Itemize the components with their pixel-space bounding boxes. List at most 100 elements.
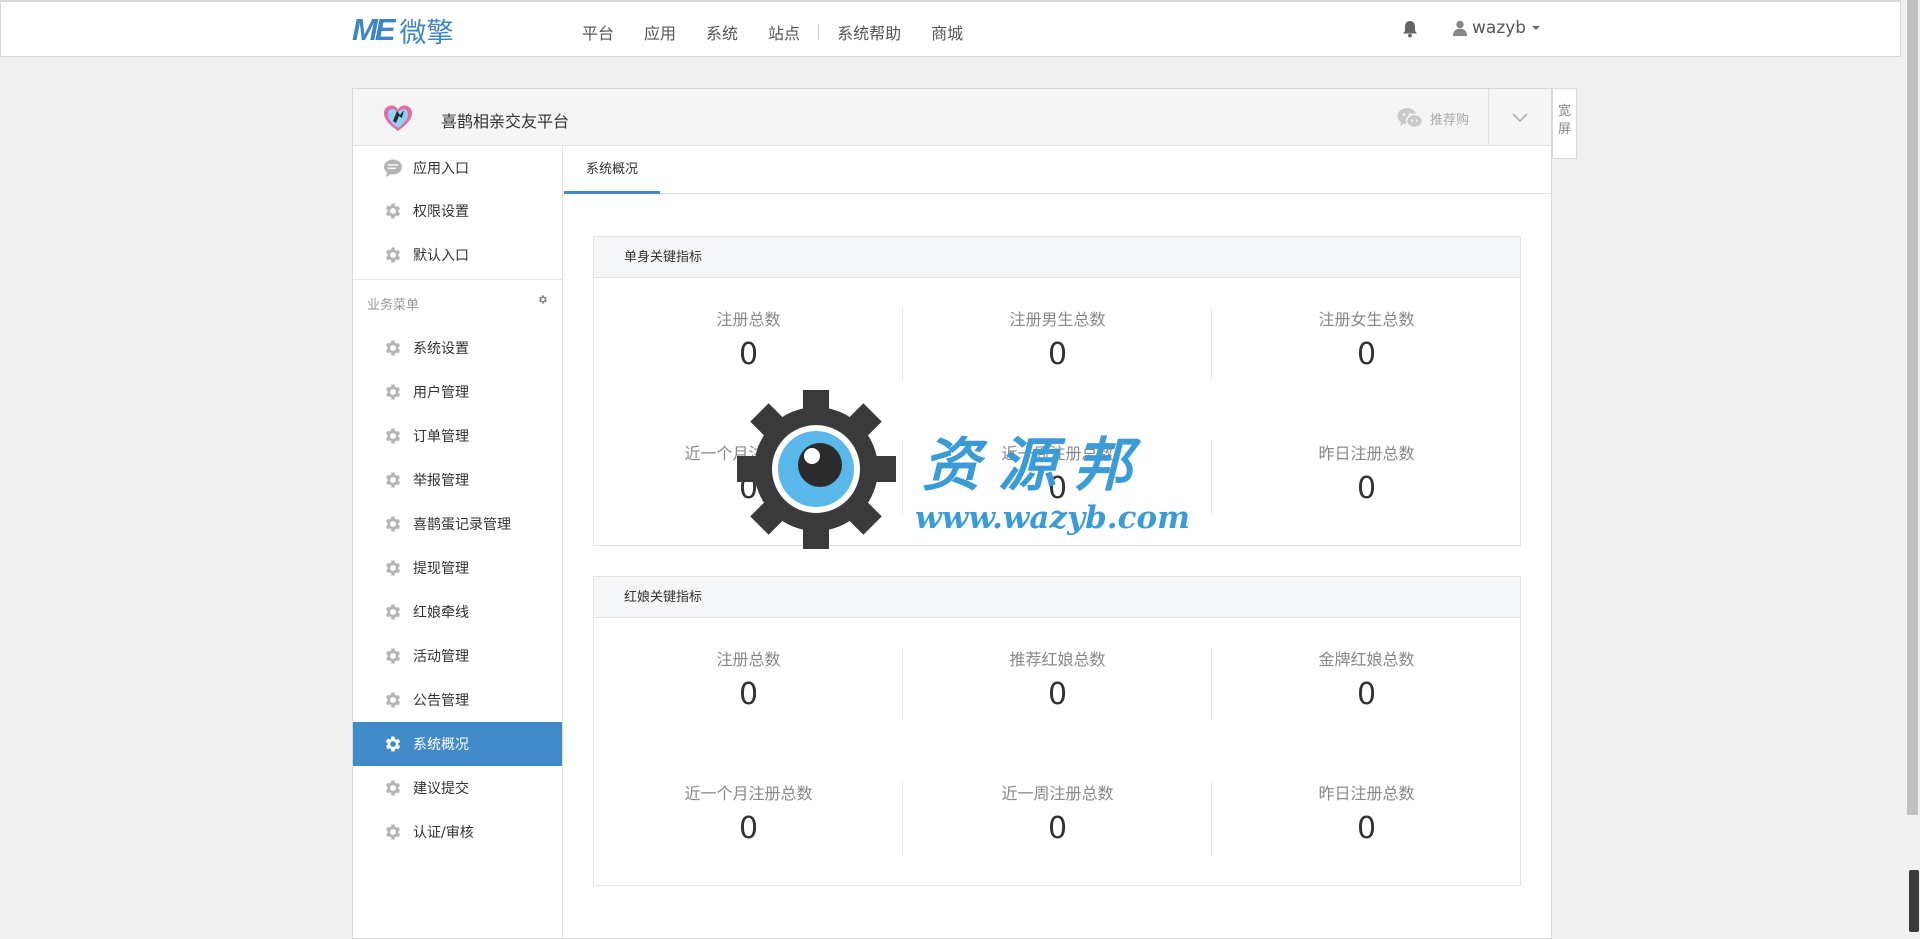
stat-label: 金牌红娘总数 bbox=[1318, 650, 1415, 669]
sidebar-item-egg-records[interactable]: 喜鹊蛋记录管理 bbox=[353, 502, 562, 546]
nav-apps[interactable]: 应用 bbox=[644, 20, 676, 44]
user-icon bbox=[1453, 20, 1467, 36]
sidebar-item-label: 红娘牵线 bbox=[413, 605, 469, 621]
stat-label: 近一个月注册总数 bbox=[684, 784, 813, 803]
sidebar-item-label: 用户管理 bbox=[413, 385, 469, 401]
recommend-link[interactable]: 推荐购 bbox=[1397, 107, 1469, 129]
nav-help[interactable]: 系统帮助 bbox=[837, 20, 901, 44]
username: wazyb bbox=[1472, 18, 1527, 38]
nav-site[interactable]: 站点 bbox=[768, 20, 800, 44]
stat-divider bbox=[1211, 307, 1212, 381]
sidebar-item-verification[interactable]: 认证/审核 bbox=[353, 810, 562, 854]
wide-screen-button[interactable]: 宽屏 bbox=[1552, 88, 1577, 159]
sidebar-item-order-management[interactable]: 订单管理 bbox=[353, 414, 562, 458]
sidebar-item-label: 认证/审核 bbox=[413, 825, 474, 841]
card-title: 红娘关键指标 bbox=[594, 577, 1520, 618]
stat-recommended-matchmakers: 推荐红娘总数 0 bbox=[903, 646, 1212, 712]
sidebar-item-label: 系统概况 bbox=[413, 737, 469, 753]
nav-store[interactable]: 商城 bbox=[931, 20, 963, 44]
corner-widget bbox=[1909, 870, 1919, 932]
sidebar-item-label: 建议提交 bbox=[413, 781, 469, 797]
sidebar-item-label: 举报管理 bbox=[413, 473, 469, 489]
sidebar-item-label: 提现管理 bbox=[413, 561, 469, 577]
page-scrollbar[interactable] bbox=[1902, 0, 1920, 939]
stat-divider bbox=[902, 307, 903, 381]
app-logo-icon bbox=[384, 105, 412, 131]
nav-system[interactable]: 系统 bbox=[706, 20, 738, 44]
stat-yesterday-registrations: 昨日注册总数 0 bbox=[1212, 440, 1521, 506]
sidebar-item-label: 应用入口 bbox=[413, 160, 469, 177]
sidebar-item-suggestions[interactable]: 建议提交 bbox=[353, 766, 562, 810]
stat-week-registrations: 近一周注册总数 0 bbox=[903, 780, 1212, 846]
logo-mark: ME bbox=[352, 12, 395, 47]
stat-female-registrations: 注册女生总数 0 bbox=[1212, 306, 1521, 372]
sidebar-item-app-entry[interactable]: 应用入口 bbox=[353, 146, 562, 189]
bell-icon[interactable] bbox=[1402, 20, 1418, 38]
scrollbar-thumb[interactable] bbox=[1907, 0, 1918, 815]
stat-value: 0 bbox=[1047, 811, 1068, 846]
sidebar-top-group: 应用入口 权限设置 默认入口 bbox=[353, 146, 562, 280]
stat-yesterday-registrations: 昨日注册总数 0 bbox=[1212, 780, 1521, 846]
stat-divider bbox=[1211, 781, 1212, 855]
stat-value: 0 bbox=[1047, 337, 1068, 372]
settings-gear-icon[interactable] bbox=[537, 294, 548, 309]
sidebar-item-overview[interactable]: 系统概况 bbox=[353, 722, 562, 766]
stat-label: 昨日注册总数 bbox=[1318, 444, 1415, 463]
tab-overview[interactable]: 系统概况 bbox=[564, 146, 660, 194]
stat-divider bbox=[1211, 647, 1212, 721]
sidebar-item-withdrawal[interactable]: 提现管理 bbox=[353, 546, 562, 590]
stat-label: 注册男生总数 bbox=[1009, 310, 1106, 329]
stat-label: 注册总数 bbox=[716, 310, 781, 329]
gear-icon bbox=[383, 778, 403, 798]
nav-platform[interactable]: 平台 bbox=[582, 20, 614, 44]
sidebar-item-label: 公告管理 bbox=[413, 693, 469, 709]
watermark-title: 资源邦 bbox=[922, 431, 1151, 499]
brand-logo[interactable]: ME 微擎 bbox=[352, 12, 454, 49]
chevron-down-icon[interactable] bbox=[1512, 109, 1528, 125]
stat-value: 0 bbox=[1356, 337, 1377, 372]
content-tabs: 系统概况 bbox=[564, 146, 1551, 194]
caret-down-icon bbox=[1532, 26, 1541, 30]
stat-divider bbox=[902, 781, 903, 855]
stat-divider bbox=[1211, 441, 1212, 515]
sidebar-item-permissions[interactable]: 权限设置 bbox=[353, 189, 562, 233]
watermark: 资源邦 www.wazyb.com bbox=[737, 390, 1197, 550]
sidebar-item-matchmaker[interactable]: 红娘牵线 bbox=[353, 590, 562, 634]
sidebar-item-system-settings[interactable]: 系统设置 bbox=[353, 326, 562, 370]
sidebar-item-user-management[interactable]: 用户管理 bbox=[353, 370, 562, 414]
wechat-icon bbox=[1397, 108, 1423, 129]
sidebar: 应用入口 权限设置 默认入口 业务菜单 系统设置 用户管理 订单管理 举报管理 … bbox=[353, 146, 563, 939]
logo-text: 微擎 bbox=[399, 17, 454, 49]
sidebar-item-label: 权限设置 bbox=[413, 204, 469, 220]
stat-value: 0 bbox=[738, 337, 759, 372]
sidebar-item-label: 订单管理 bbox=[413, 429, 469, 445]
gear-icon bbox=[383, 558, 403, 578]
stat-value: 0 bbox=[1356, 811, 1377, 846]
user-menu[interactable]: wazyb bbox=[1453, 18, 1541, 38]
stat-value: 0 bbox=[1047, 677, 1068, 712]
sidebar-item-label: 喜鹊蛋记录管理 bbox=[413, 517, 511, 533]
sidebar-item-default-entry[interactable]: 默认入口 bbox=[353, 233, 562, 277]
gear-icon bbox=[383, 690, 403, 710]
stat-label: 注册女生总数 bbox=[1318, 310, 1415, 329]
stat-total-registrations: 注册总数 0 bbox=[594, 306, 903, 372]
matchmaker-metrics-card: 红娘关键指标 注册总数 0 推荐红娘总数 0 金牌红娘总数 0 近一个月注册总数… bbox=[593, 576, 1521, 886]
sidebar-item-announcements[interactable]: 公告管理 bbox=[353, 678, 562, 722]
stat-total-registrations: 注册总数 0 bbox=[594, 646, 903, 712]
stat-value: 0 bbox=[738, 811, 759, 846]
watermark-url: www.wazyb.com bbox=[915, 500, 1190, 536]
sidebar-item-report-management[interactable]: 举报管理 bbox=[353, 458, 562, 502]
gear-icon bbox=[383, 470, 403, 490]
header-divider bbox=[1488, 89, 1489, 145]
gear-icon bbox=[383, 201, 403, 221]
nav-divider bbox=[818, 24, 820, 40]
stat-value: 0 bbox=[1356, 677, 1377, 712]
gear-icon bbox=[383, 382, 403, 402]
gear-icon bbox=[383, 646, 403, 666]
wide-screen-label: 宽屏 bbox=[1557, 104, 1571, 137]
section-title: 业务菜单 bbox=[367, 297, 420, 313]
app-title: 喜鹊相亲交友平台 bbox=[441, 112, 570, 131]
sidebar-item-activities[interactable]: 活动管理 bbox=[353, 634, 562, 678]
sidebar-item-label: 活动管理 bbox=[413, 649, 469, 665]
gear-icon bbox=[383, 245, 403, 265]
